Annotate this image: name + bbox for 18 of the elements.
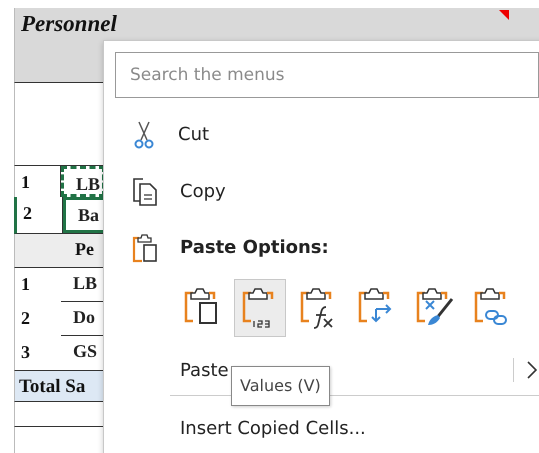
- row-number: 1: [20, 273, 31, 296]
- search-field[interactable]: Search the menus: [115, 52, 539, 98]
- table-cell-text: GS: [72, 340, 98, 363]
- sheet-title: Personnel: [20, 10, 117, 37]
- row-number: 3: [20, 341, 31, 364]
- menu-item[interactable]: Cut: [178, 124, 210, 145]
- total-label: Total Sa: [18, 375, 86, 399]
- row-number: 2: [17, 197, 63, 233]
- scissors-icon: [132, 120, 156, 150]
- paste-option-button[interactable]: [234, 279, 286, 337]
- menu-item[interactable]: Copy: [180, 181, 226, 202]
- copy-icon: [132, 176, 158, 206]
- clipboard-icon: [132, 232, 158, 262]
- row-number: 2: [20, 307, 31, 330]
- section-heading: Pe: [75, 238, 94, 261]
- tooltip: Values (V): [231, 366, 330, 406]
- menu-item[interactable]: Paste: [180, 360, 229, 380]
- menu-heading: Paste Options:: [180, 237, 329, 258]
